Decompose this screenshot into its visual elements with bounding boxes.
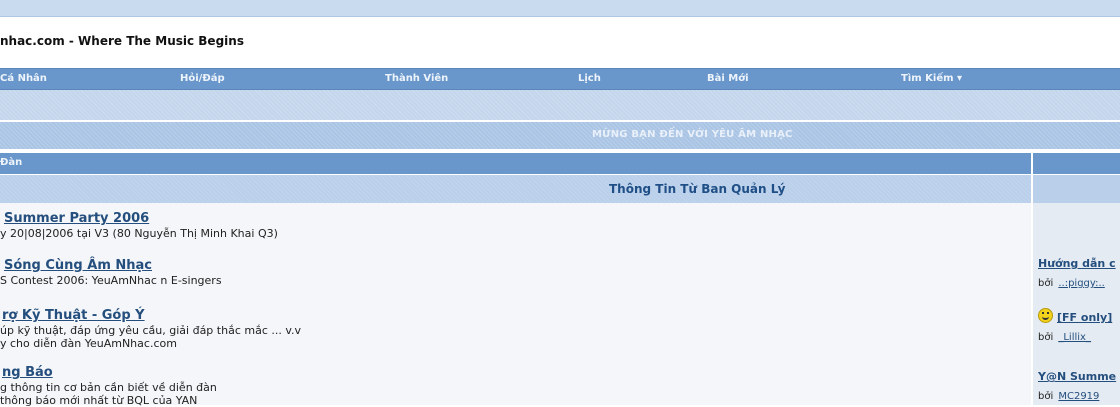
forum-row: Sóng Cùng Âm Nhạc S Contest 2006: YeuAmN… — [0, 258, 1031, 287]
forum-title-link[interactable]: Sóng Cùng Âm Nhạc — [0, 258, 1031, 273]
forum-row: rợ Kỹ Thuật - Góp Ý úp kỹ thuật, đáp ứng… — [0, 308, 1031, 350]
forum-title-link[interactable]: ng Báo — [0, 365, 1031, 380]
nav-item-profile[interactable]: Cá Nhân — [0, 73, 47, 84]
last-post-by-label: bởi — [1038, 332, 1054, 343]
nav-item-calendar[interactable]: Lịch — [578, 73, 601, 84]
nav-item-members[interactable]: Thành Viên — [385, 73, 448, 84]
last-post: [FF only] bởi _Lillix_ — [1038, 306, 1120, 344]
category-row-right — [1033, 175, 1120, 203]
forum-description: y 20|08|2006 tại V3 (80 Nguyễn Thị Minh … — [0, 227, 278, 240]
forum-header-row: Đàn — [0, 153, 1120, 174]
forum-title-link[interactable]: rợ Kỹ Thuật - Góp Ý — [0, 308, 1031, 323]
last-post-user-link[interactable]: MC2919 — [1058, 391, 1099, 402]
forum-header-label: Đàn — [0, 157, 23, 168]
forum-row: ng Báo g thông tin cơ bản cần biết về di… — [0, 365, 1031, 407]
category-title[interactable]: Thông Tin Từ Ban Quản Lý — [609, 182, 785, 196]
nav-item-new-posts[interactable]: Bài Mới — [707, 73, 749, 84]
forum-description: y cho diễn đàn YeuAmNhac.com — [0, 337, 177, 350]
last-post: Hướng dẫn c bởi ..:piggy:.. — [1038, 252, 1120, 290]
column-divider — [1031, 153, 1033, 174]
welcome-text: MỪNG BẠN ĐẾN VỚI YÊU ÂM NHẠC — [592, 129, 793, 140]
forum-row: Summer Party 2006 y 20|08|2006 tại V3 (8… — [0, 211, 1031, 240]
forum-description: g thông tin cơ bản cần biết về diễn đàn — [0, 381, 217, 394]
forum-description: thông báo mới nhất từ BQL của YAN — [0, 394, 198, 407]
nav-item-faq[interactable]: Hỏi/Đáp — [180, 73, 225, 84]
top-strip — [0, 0, 1120, 17]
last-post-title-link[interactable]: Hướng dẫn c — [1038, 257, 1116, 270]
nav-item-search[interactable]: Tìm Kiếm ▾ — [901, 73, 962, 84]
nav-bar: Cá Nhân Hỏi/Đáp Thành Viên Lịch Bài Mới … — [0, 68, 1120, 90]
last-post-title-link[interactable]: [FF only] — [1057, 311, 1112, 324]
last-post-user-link[interactable]: _Lillix_ — [1058, 332, 1091, 343]
last-post-by-label: bởi — [1038, 391, 1054, 402]
last-post-by-label: bởi — [1038, 278, 1054, 289]
category-row: Thông Tin Từ Ban Quản Lý — [0, 175, 1031, 203]
forum-list: Summer Party 2006 y 20|08|2006 tại V3 (8… — [0, 203, 1031, 407]
sub-bar — [0, 90, 1120, 120]
welcome-bar: MỪNG BẠN ĐẾN VỚI YÊU ÂM NHẠC — [0, 122, 1120, 149]
forum-description: úp kỹ thuật, đáp ứng yêu cầu, giải đáp t… — [0, 324, 302, 337]
site-title: nhac.com - Where The Music Begins — [0, 34, 244, 48]
last-post-user-link[interactable]: ..:piggy:.. — [1058, 278, 1104, 289]
forum-title-link[interactable]: Summer Party 2006 — [0, 211, 1031, 226]
smiley-icon — [1038, 308, 1053, 323]
forum-description: S Contest 2006: YeuAmNhac n E-singers — [0, 274, 222, 287]
last-post-title-link[interactable]: Y@N Summe — [1038, 370, 1116, 383]
last-post: Y@N Summe bởi MC2919 — [1038, 365, 1120, 403]
